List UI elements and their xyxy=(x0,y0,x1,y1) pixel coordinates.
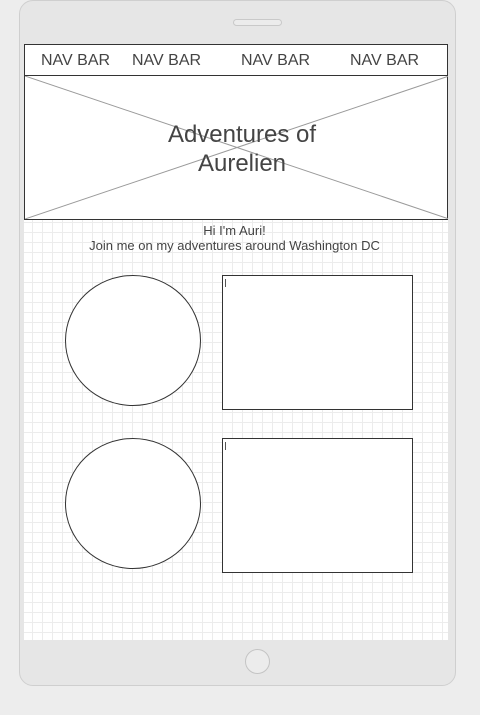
nav-item-3[interactable]: NAV BAR xyxy=(241,52,310,70)
hero-image-placeholder: Adventures of Aurelien xyxy=(24,76,448,220)
circle-image-2 xyxy=(65,438,201,569)
text-box-2[interactable] xyxy=(222,438,413,573)
nav-item-1[interactable]: NAV BAR xyxy=(41,52,110,70)
nav-item-2[interactable]: NAV BAR xyxy=(132,52,201,70)
speaker-slot xyxy=(233,19,282,26)
text-box-1[interactable] xyxy=(222,275,413,410)
nav-bar: NAV BAR NAV BAR NAV BAR NAV BAR xyxy=(24,44,448,76)
hero-title: Adventures of Aurelien xyxy=(167,121,317,177)
text-cursor xyxy=(225,442,226,450)
home-button[interactable] xyxy=(245,649,270,674)
nav-item-4[interactable]: NAV BAR xyxy=(350,52,419,70)
text-cursor xyxy=(225,279,226,287)
screen: NAV BAR NAV BAR NAV BAR NAV BAR Adventur… xyxy=(24,44,448,640)
intro-tagline: Join me on my adventures around Washingt… xyxy=(89,238,380,253)
intro-greeting: Hi I'm Auri! xyxy=(203,223,266,238)
circle-image-1 xyxy=(65,275,201,406)
